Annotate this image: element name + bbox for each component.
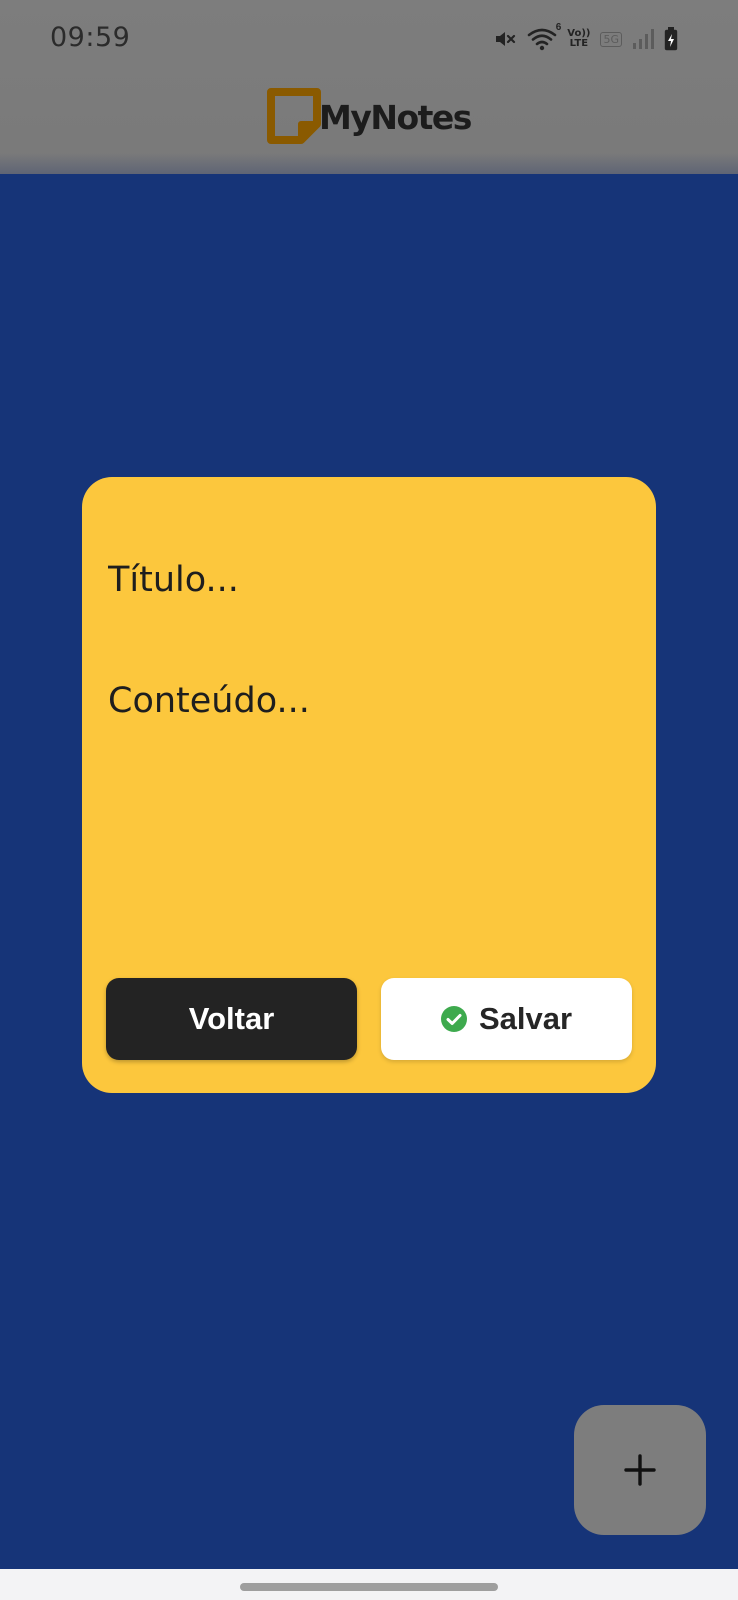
back-button-label: Voltar <box>188 1001 275 1036</box>
status-bar: 09:59 6 Vo)) LTE 5G <box>0 0 738 76</box>
save-button[interactable]: Salvar <box>381 978 632 1060</box>
volte-bottom: LTE <box>569 38 589 49</box>
battery-charging-icon <box>664 27 678 51</box>
status-icons: 6 Vo)) LTE 5G <box>493 22 678 54</box>
status-time: 09:59 <box>50 22 131 53</box>
new-note-dialog: Voltar Salvar <box>82 477 656 1093</box>
check-circle-icon <box>440 1006 467 1032</box>
brand: MyNotes <box>265 86 472 146</box>
wifi-group: 6 <box>527 22 561 52</box>
volte-icon: Vo)) LTE <box>567 29 590 49</box>
back-button[interactable]: Voltar <box>106 978 357 1060</box>
content-input[interactable] <box>108 679 628 929</box>
plus-icon <box>624 1454 656 1486</box>
save-button-label: Salvar <box>478 1001 573 1036</box>
title-input[interactable] <box>108 555 628 605</box>
gesture-nav-bar <box>0 1569 738 1600</box>
mute-icon <box>496 32 516 46</box>
brand-name: MyNotes <box>319 97 472 137</box>
5g-icon: 5G <box>600 31 622 47</box>
wifi-badge: 6 <box>555 22 562 33</box>
sticky-note-icon <box>267 88 321 144</box>
add-note-button[interactable] <box>574 1405 706 1535</box>
app-header: 09:59 6 Vo)) LTE 5G MyNotes <box>0 0 738 174</box>
home-handle[interactable] <box>240 1583 498 1591</box>
signal-icon <box>633 29 654 49</box>
wifi-icon <box>527 28 557 51</box>
